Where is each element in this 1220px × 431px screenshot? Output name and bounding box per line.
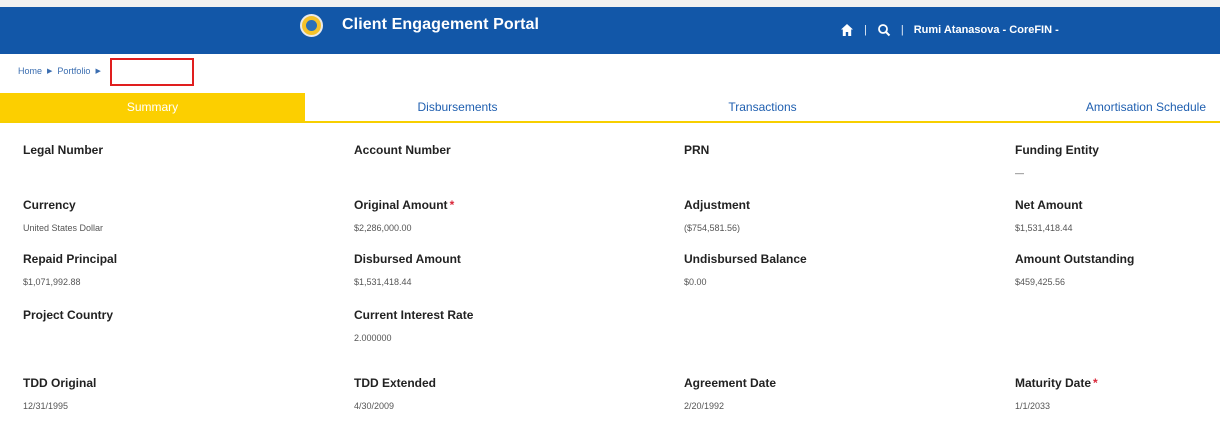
- field-prn: PRN: [684, 143, 984, 168]
- breadcrumb-highlight-box: [110, 58, 194, 86]
- field-tdd-original: TDD Original 12/31/1995: [23, 376, 323, 411]
- field-value: 2.000000: [354, 333, 392, 343]
- field-tdd-extended: TDD Extended 4/30/2009: [354, 376, 654, 411]
- field-label: Maturity Date: [1015, 376, 1092, 390]
- breadcrumb-home[interactable]: Home: [18, 66, 42, 76]
- chevron-right-icon: ▶: [95, 68, 101, 75]
- top-strip: [0, 0, 1220, 7]
- tab-amortisation-schedule[interactable]: Amortisation Schedule: [1050, 93, 1220, 121]
- app-header: Client Engagement Portal | | Rumi Atanas…: [0, 7, 1220, 54]
- field-label: Currency: [23, 198, 76, 212]
- tab-summary[interactable]: Summary: [0, 93, 305, 121]
- breadcrumb: Home ▶ Portfolio ▶: [18, 66, 106, 76]
- field-label: TDD Extended: [354, 376, 437, 390]
- required-asterisk: *: [1093, 376, 1098, 390]
- breadcrumb-portfolio[interactable]: Portfolio: [57, 66, 90, 76]
- field-currency: Currency United States Dollar: [23, 198, 323, 233]
- field-amount-outstanding: Amount Outstanding $459,425.56: [1015, 252, 1215, 287]
- field-legal-number: Legal Number: [23, 143, 323, 168]
- field-original-amount: Original Amount * $2,286,000.00: [354, 198, 654, 233]
- required-asterisk: *: [449, 198, 455, 212]
- app-title: Client Engagement Portal: [342, 16, 540, 33]
- field-label: PRN: [684, 143, 710, 157]
- field-label-row: Original Amount *: [354, 198, 654, 212]
- field-value: $0.00: [684, 277, 707, 287]
- field-label: Legal Number: [23, 143, 104, 157]
- header-separator: |: [864, 24, 867, 36]
- field-label: Net Amount: [1015, 198, 1083, 212]
- field-agreement-date: Agreement Date 2/20/1992: [684, 376, 984, 411]
- header-actions: | | Rumi Atanasova - CoreFIN -: [840, 22, 1059, 38]
- field-value: ($754,581.56): [684, 223, 741, 233]
- search-icon[interactable]: [877, 23, 891, 37]
- field-account-number: Account Number: [354, 143, 654, 168]
- field-label: TDD Original: [23, 376, 97, 390]
- tab-bar: Summary Disbursements Transactions Amort…: [0, 93, 1220, 123]
- field-label: Original Amount: [354, 198, 448, 212]
- tab-transactions[interactable]: Transactions: [610, 93, 915, 121]
- field-label: Agreement Date: [684, 376, 777, 390]
- field-label: Disbursed Amount: [354, 252, 461, 266]
- field-undisbursed-balance: Undisbursed Balance $0.00: [684, 252, 984, 287]
- field-value: $459,425.56: [1015, 277, 1066, 287]
- field-value: 2/20/1992: [684, 401, 725, 411]
- header-separator: |: [900, 24, 904, 36]
- field-disbursed-amount: Disbursed Amount $1,531,418.44: [354, 252, 654, 287]
- field-label: Current Interest Rate: [354, 308, 474, 322]
- field-value: United States Dollar: [23, 223, 104, 233]
- field-value: 12/31/1995: [23, 401, 69, 411]
- field-value: $2,286,000.00: [354, 223, 412, 233]
- logo-icon: [300, 14, 323, 37]
- field-label: Funding Entity: [1015, 143, 1099, 157]
- tab-disbursements[interactable]: Disbursements: [305, 93, 610, 121]
- home-icon[interactable]: [840, 23, 854, 37]
- field-value: 4/30/2009: [354, 401, 395, 411]
- field-repaid-principal: Repaid Principal $1,071,992.88: [23, 252, 323, 287]
- field-label: Project Country: [23, 308, 114, 322]
- field-adjustment: Adjustment ($754,581.56): [684, 198, 984, 233]
- field-label: Adjustment: [684, 198, 750, 212]
- field-value: $1,531,418.44: [354, 277, 412, 287]
- field-value: $1,071,992.88: [23, 277, 81, 287]
- field-label-row: Maturity Date *: [1015, 376, 1215, 390]
- field-maturity-date: Maturity Date * 1/1/2033: [1015, 376, 1215, 411]
- field-value: $1,531,418.44: [1015, 223, 1073, 233]
- field-value: —: [1015, 168, 1024, 178]
- field-net-amount: Net Amount $1,531,418.44: [1015, 198, 1215, 233]
- field-current-interest-rate: Current Interest Rate 2.000000: [354, 308, 654, 343]
- user-menu[interactable]: Rumi Atanasova - CoreFIN -: [914, 24, 1059, 36]
- chevron-right-icon: ▶: [47, 68, 53, 75]
- field-label: Repaid Principal: [23, 252, 118, 266]
- field-label: Undisbursed Balance: [684, 252, 807, 266]
- field-label: Amount Outstanding: [1015, 252, 1135, 266]
- field-label: Account Number: [354, 143, 451, 157]
- field-project-country: Project Country: [23, 308, 323, 333]
- field-funding-entity: Funding Entity —: [1015, 143, 1215, 178]
- field-value: 1/1/2033: [1015, 401, 1051, 411]
